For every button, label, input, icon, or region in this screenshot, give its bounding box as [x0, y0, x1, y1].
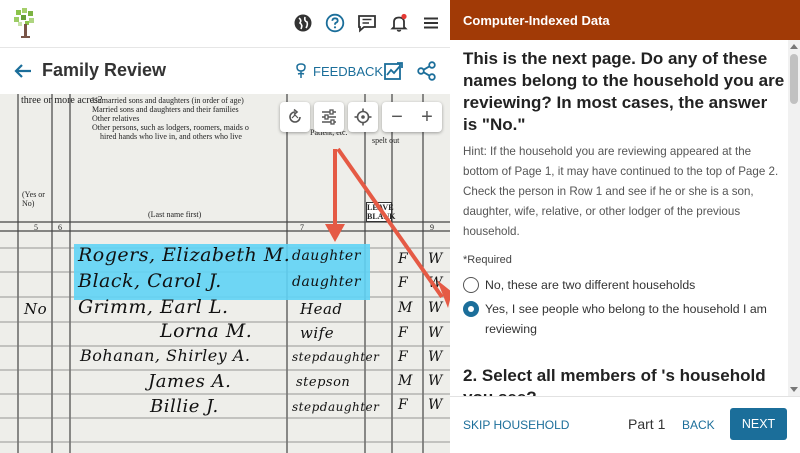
row-1-race: W: [428, 251, 443, 267]
feedback-label: FEEDBACK: [313, 63, 384, 79]
leave-blank-box: LEAVE BLANK: [366, 202, 396, 222]
row-5-sex: F: [398, 349, 409, 365]
adjust-tool[interactable]: [314, 102, 344, 132]
zoom-out-button[interactable]: −: [382, 102, 412, 132]
messages-icon[interactable]: [356, 12, 378, 34]
option-no-label: No, these are two different households: [485, 278, 696, 292]
question-2: 2. Select all members of 's household yo…: [463, 366, 766, 396]
title-bar: Family Review FEEDBACK: [0, 48, 450, 94]
back-button[interactable]: BACK: [682, 418, 715, 432]
recenter-tool[interactable]: [348, 102, 378, 132]
row-4-race: W: [428, 325, 443, 341]
last-name-first-label: (Last name first): [148, 210, 202, 219]
col-9-number: 9: [430, 223, 434, 232]
row-3-relation: Head: [300, 300, 343, 318]
panel-content[interactable]: This is the next page. Do any of these n…: [450, 40, 800, 396]
help-icon[interactable]: [324, 12, 346, 34]
census-document-viewer[interactable]: three or more acres? Unmarried sons and …: [0, 94, 450, 453]
row-4-name: Lorna M.: [160, 320, 253, 342]
row-6-sex: M: [398, 373, 413, 389]
census-grid: [0, 94, 450, 453]
panel-header: Computer-Indexed Data: [450, 0, 800, 40]
row-7-name: Billie J.: [150, 396, 219, 417]
share-icon[interactable]: [416, 60, 438, 82]
option-yes-label: Yes, I see people who belong to the hous…: [485, 302, 767, 336]
back-arrow-icon[interactable]: [12, 60, 34, 82]
row-5-name: Bohanan, Shirley A.: [80, 346, 251, 365]
legend-line-2: Married sons and daughters and their fam…: [92, 105, 239, 114]
row-6-relation: stepson: [296, 375, 351, 390]
row-7-relation: stepdaughter: [292, 400, 380, 414]
row-3-farm-answer: No: [24, 300, 48, 318]
yes-no-label: (Yes or No): [22, 190, 45, 208]
row-2-name: Black, Carol J.: [78, 270, 222, 292]
legend-line-5: hired hands who live in, and others who …: [100, 132, 242, 141]
row-1-sex: F: [398, 251, 409, 267]
row-6-name: James A.: [148, 371, 232, 392]
row-2-race: W: [428, 275, 443, 291]
image-toolbar: − +: [280, 102, 442, 132]
page-title: Family Review: [42, 60, 167, 80]
skip-household-button[interactable]: SKIP HOUSEHOLD: [463, 418, 569, 432]
row-3-sex: M: [398, 300, 413, 316]
legend-line-4: Other persons, such as lodgers, roomers,…: [92, 123, 249, 132]
zoom-in-button[interactable]: +: [412, 102, 442, 132]
question-1: This is the next page. Do any of these n…: [463, 49, 785, 134]
row-3-name: Grimm, Earl L.: [78, 296, 229, 318]
feedback-icon: [296, 63, 306, 78]
scroll-up-arrow[interactable]: [790, 44, 798, 49]
part-indicator: Part 1: [628, 416, 666, 432]
hint-text: Hint: If the household you are reviewing…: [463, 145, 779, 238]
globe-icon[interactable]: [292, 12, 314, 34]
row-6-race: W: [428, 373, 443, 389]
row-2-relation: daughter: [292, 274, 361, 290]
radio-no[interactable]: [463, 277, 479, 293]
zoom-controls: − +: [382, 102, 442, 132]
rotate-tool[interactable]: [280, 102, 310, 132]
left-pane: Family Review FEEDBACK three or more acr…: [0, 0, 450, 453]
row-5-race: W: [428, 349, 443, 365]
col-6-number: 6: [58, 223, 62, 232]
panel-scrollbar[interactable]: [788, 40, 800, 396]
row-1-relation: daughter: [292, 248, 361, 264]
scroll-thumb[interactable]: [790, 54, 798, 104]
option-no[interactable]: No, these are two different households: [463, 275, 695, 295]
next-button[interactable]: NEXT: [730, 408, 787, 440]
row-4-relation: wife: [300, 324, 335, 342]
chart-analysis-icon[interactable]: [382, 60, 404, 82]
top-bar: [0, 0, 450, 48]
col-5-number: 5: [34, 223, 38, 232]
legend-line-3: Other relatives: [92, 114, 140, 123]
target-icon: [354, 108, 372, 126]
rotate-icon: [289, 108, 301, 123]
scroll-down-arrow[interactable]: [790, 387, 798, 392]
row-1-name: Rogers, Elizabeth M.: [78, 244, 291, 266]
col-7-number: 7: [300, 223, 304, 232]
notifications-icon[interactable]: [388, 12, 410, 34]
col-acres-header: three or more acres?: [21, 95, 103, 106]
row-4-sex: F: [398, 325, 409, 341]
familysearch-tree-logo[interactable]: [12, 8, 40, 38]
legend-line-1: Unmarried sons and daughters (in order o…: [92, 96, 244, 105]
sliders-icon: [322, 109, 336, 125]
required-label: *Required: [463, 254, 512, 266]
legend-line-7: spelt out: [372, 136, 400, 145]
feedback-button[interactable]: FEEDBACK: [294, 63, 383, 79]
row-7-sex: F: [398, 397, 409, 413]
row-7-race: W: [428, 397, 443, 413]
row-3-race: W: [428, 300, 443, 316]
row-5-relation: stepdaughter: [292, 350, 380, 364]
review-panel: Computer-Indexed Data This is the next p…: [450, 0, 800, 453]
option-yes[interactable]: Yes, I see people who belong to the hous…: [463, 299, 778, 339]
radio-yes-selected[interactable]: [463, 301, 479, 317]
row-2-sex: F: [398, 275, 409, 291]
panel-footer: SKIP HOUSEHOLD Part 1 BACK NEXT: [450, 396, 800, 453]
menu-icon[interactable]: [420, 12, 442, 34]
